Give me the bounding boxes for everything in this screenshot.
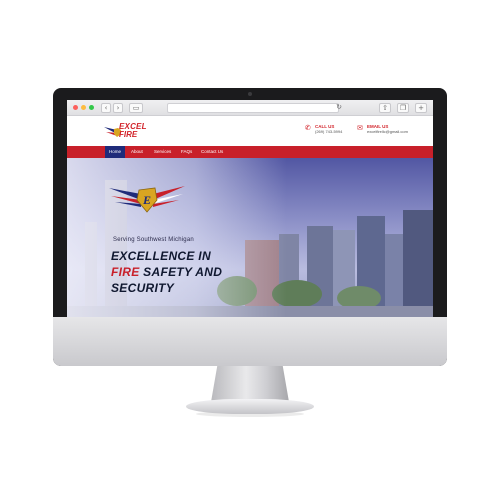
- product-mockup: ‹ › ▭ ↻ ⇧ ❐ + EXCEL FIRE ✆ CALL US (269)…: [0, 0, 500, 500]
- screen: ‹ › ▭ ↻ ⇧ ❐ + EXCEL FIRE ✆ CALL US (269)…: [67, 100, 433, 317]
- site-header: EXCEL FIRE ✆ CALL US (269) 743-5994 ✉ EM…: [67, 116, 433, 146]
- address-bar[interactable]: [167, 103, 339, 113]
- call-us-block[interactable]: ✆ CALL US (269) 743-5994: [305, 124, 342, 134]
- nav-item-services[interactable]: Services: [150, 146, 175, 158]
- monitor-stand-neck: [211, 366, 289, 402]
- hero-headline-rest: SAFETY AND: [139, 265, 223, 279]
- hero-headline-line1: EXCELLENCE IN: [111, 249, 211, 263]
- maximize-window-button[interactable]: [89, 105, 94, 110]
- monitor: ‹ › ▭ ↻ ⇧ ❐ + EXCEL FIRE ✆ CALL US (269)…: [53, 88, 447, 366]
- email-us-block[interactable]: ✉ EMAIL US excelfirellc@gmail.com: [357, 124, 408, 134]
- phone-icon: ✆: [305, 124, 311, 132]
- envelope-icon: ✉: [357, 124, 363, 132]
- logo-text-line2: FIRE: [119, 130, 138, 139]
- monitor-chin: [53, 317, 447, 366]
- close-window-button[interactable]: [73, 105, 78, 110]
- hero-eyebrow: Serving Southwest Michigan: [113, 237, 194, 243]
- forward-icon[interactable]: ›: [113, 103, 123, 113]
- monitor-stand-base: [186, 399, 314, 414]
- shield-wings-emblem-icon: E: [109, 186, 185, 213]
- new-tab-icon[interactable]: +: [415, 103, 427, 113]
- hero-headline-line2: FIRE SAFETY AND: [111, 265, 222, 279]
- email-address[interactable]: excelfirellc@gmail.com: [367, 129, 408, 134]
- sidebar-icon[interactable]: ▭: [129, 103, 143, 113]
- hero-headline-line3: SECURITY: [111, 281, 175, 295]
- reload-icon[interactable]: ↻: [335, 103, 343, 113]
- browser-toolbar: ‹ › ▭ ↻ ⇧ ❐ +: [67, 100, 433, 116]
- back-icon[interactable]: ‹: [101, 103, 111, 113]
- nav-item-about[interactable]: About: [127, 146, 147, 158]
- minimize-window-button[interactable]: [81, 105, 86, 110]
- share-icon[interactable]: ⇧: [379, 103, 391, 113]
- main-nav: Home About Services FAQs Contact Us: [67, 146, 433, 158]
- svg-text:E: E: [142, 193, 151, 207]
- site-logo[interactable]: EXCEL FIRE: [103, 121, 153, 143]
- hero-headline-fire: FIRE: [111, 265, 140, 279]
- webcam: [248, 92, 252, 96]
- nav-item-home[interactable]: Home: [105, 146, 126, 158]
- nav-item-contact[interactable]: Contact Us: [197, 146, 227, 158]
- tabs-icon[interactable]: ❐: [397, 103, 409, 113]
- nav-item-faqs[interactable]: FAQs: [177, 146, 196, 158]
- phone-number[interactable]: (269) 743-5994: [315, 129, 342, 134]
- hero-banner: E Serving Southwest Michigan EXCELLENCE …: [67, 158, 433, 317]
